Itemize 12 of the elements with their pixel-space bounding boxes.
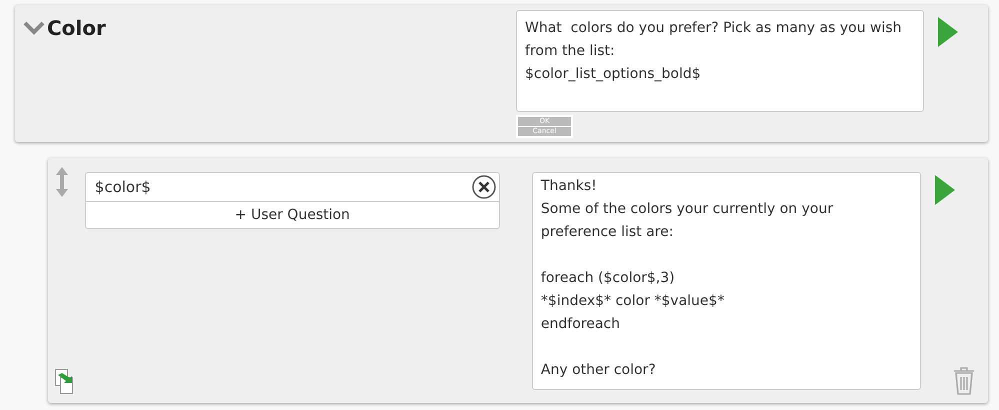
drag-handle-icon[interactable] (55, 167, 69, 197)
add-question-button[interactable]: + User Question (86, 202, 499, 228)
prompt-field[interactable]: What colors do you prefer? Pick as many as you wish from the list: $color_list_options_bold$ (516, 10, 924, 112)
chevron-icon[interactable] (23, 21, 45, 35)
close-icon[interactable] (472, 175, 496, 199)
play-icon[interactable] (935, 175, 956, 205)
variable-name: $color$ (94, 178, 151, 196)
response-field[interactable]: Thanks! Some of the colors your currently on your preference list are: foreach ($color$,3) *$index$* color *$value$* endforeach Any other color? (532, 172, 922, 390)
trash-icon[interactable] (953, 367, 976, 395)
copy-icon[interactable] (55, 369, 74, 395)
play-icon[interactable] (938, 17, 958, 47)
block-title: Color (47, 16, 106, 40)
